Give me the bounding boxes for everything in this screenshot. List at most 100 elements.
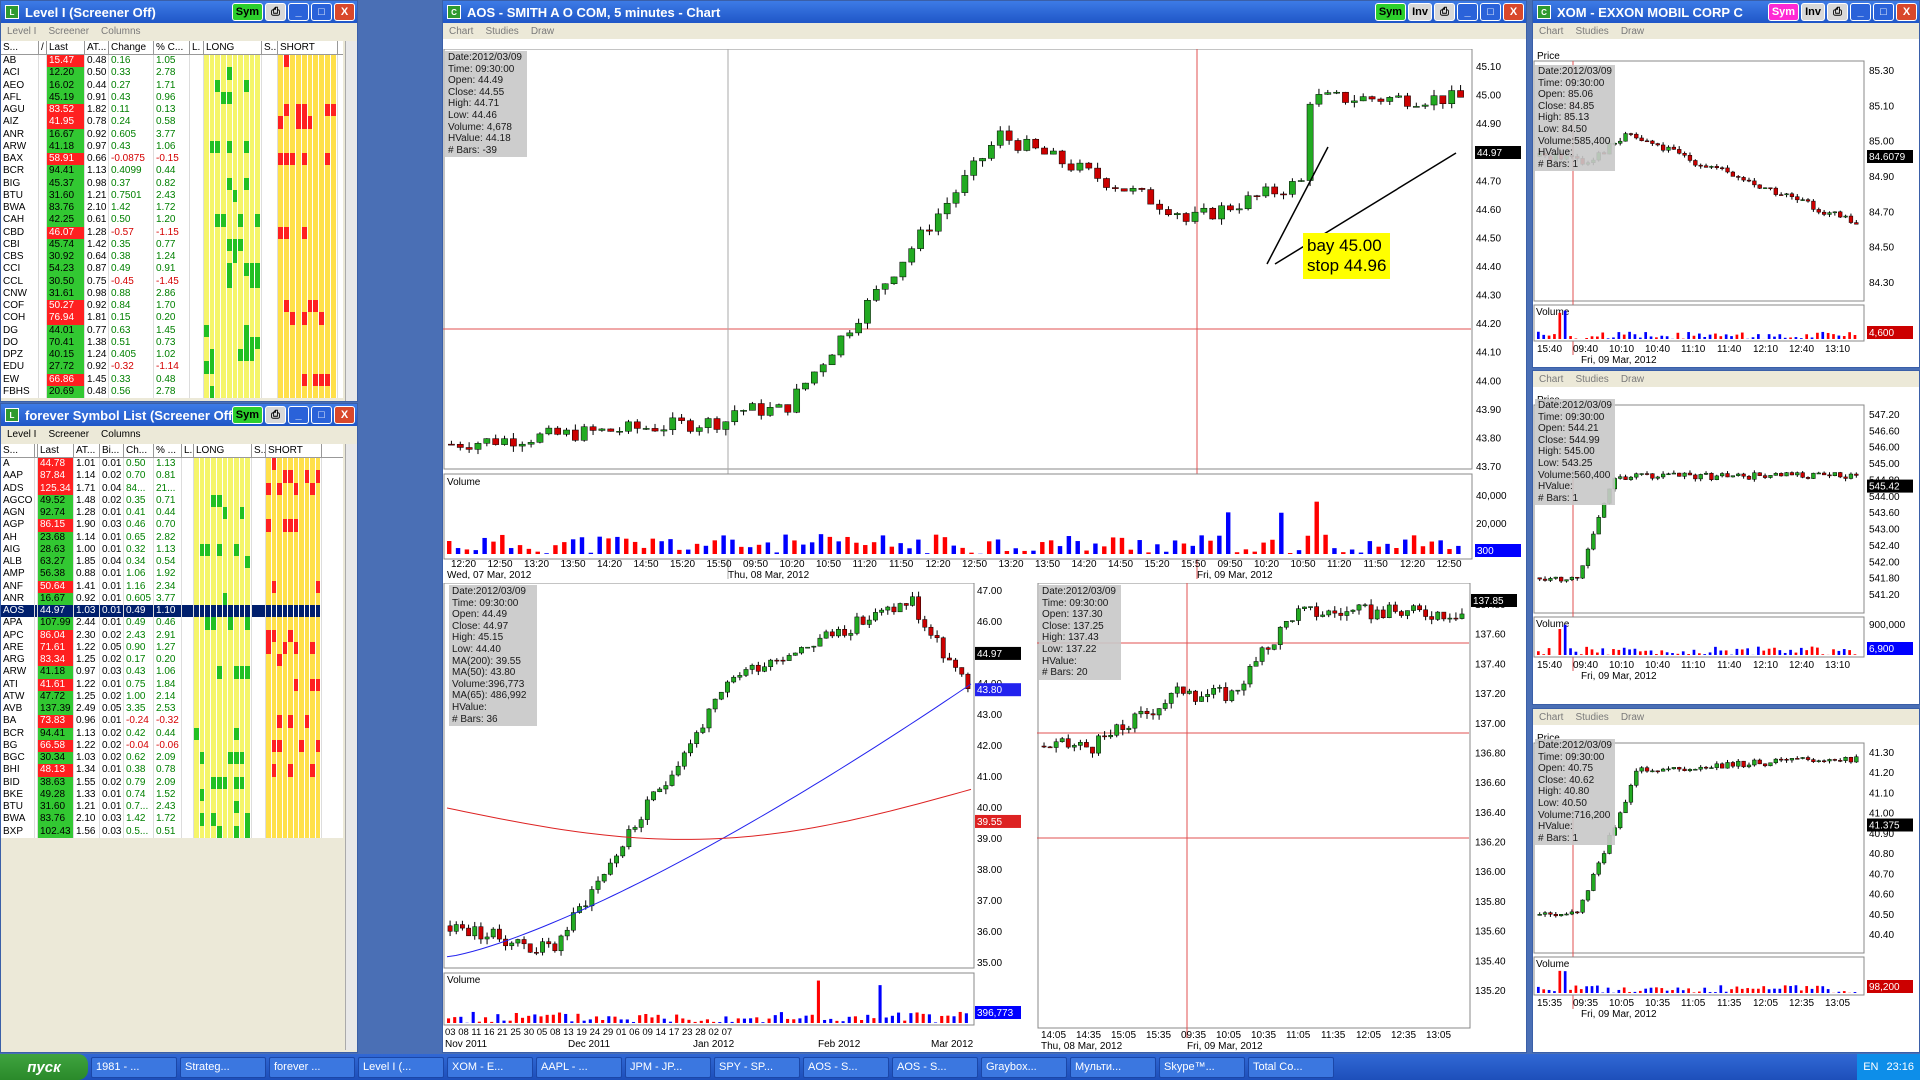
table-row[interactable]: AAP 87.84 1.14 0.02 0.70 0.81: [1, 470, 343, 483]
table-row[interactable]: ACI 12.20 0.50 0.33 2.78: [1, 67, 343, 80]
print-icon[interactable]: ⎙: [1827, 3, 1848, 21]
table-row[interactable]: AVB 137.39 2.49 0.05 3.35 2.53: [1, 703, 343, 716]
table-row[interactable]: DG 44.01 0.77 0.63 1.45: [1, 324, 343, 337]
column-header[interactable]: L.: [190, 41, 204, 54]
taskbar-item[interactable]: AOS - S...: [892, 1056, 978, 1078]
table-row[interactable]: ATW 47.72 1.25 0.02 1.00 2.14: [1, 690, 343, 703]
table-row[interactable]: AGU 83.52 1.82 0.11 0.13: [1, 104, 343, 117]
menu-studies[interactable]: Studies: [485, 26, 518, 37]
column-header[interactable]: S...: [252, 444, 266, 457]
table-row[interactable]: BIG 45.37 0.98 0.37 0.82: [1, 177, 343, 190]
close-button[interactable]: X: [334, 3, 355, 21]
table-row[interactable]: BG 66.58 1.22 0.02 -0.04 -0.06: [1, 739, 343, 752]
column-header[interactable]: SHORT: [266, 444, 322, 457]
table-row[interactable]: BGC 30.34 1.03 0.02 0.62 2.09: [1, 752, 343, 765]
table-row[interactable]: ARG 83.34 1.25 0.02 0.17 0.20: [1, 654, 343, 667]
taskbar-item[interactable]: SPY - SP...: [714, 1056, 800, 1078]
table-row[interactable]: AEO 16.02 0.44 0.27 1.71: [1, 79, 343, 92]
table-row[interactable]: CBD 46.07 1.28 -0.57 -1.15: [1, 226, 343, 239]
taskbar-item[interactable]: Мульти...: [1070, 1056, 1156, 1078]
table-row[interactable]: ANR 16.67 0.92 0.605 3.77: [1, 128, 343, 141]
taskbar-item[interactable]: forever ...: [269, 1056, 355, 1078]
column-header[interactable]: AT...: [74, 444, 100, 457]
table-row[interactable]: AGCO 49.52 1.48 0.02 0.35 0.71: [1, 494, 343, 507]
taskbar-item[interactable]: Total Co...: [1248, 1056, 1334, 1078]
minimize-button[interactable]: _: [288, 406, 309, 424]
table-row[interactable]: COH 76.94 1.81 0.15 0.20: [1, 312, 343, 325]
menu-draw[interactable]: Draw: [1621, 374, 1644, 385]
table-row[interactable]: ANR 16.67 0.92 0.01 0.605 3.77: [1, 592, 343, 605]
taskbar-item[interactable]: AAPL - ...: [536, 1056, 622, 1078]
table-row[interactable]: AIZ 41.95 0.78 0.24 0.58: [1, 116, 343, 129]
column-header[interactable]: Ch...: [124, 444, 154, 457]
column-header[interactable]: /: [39, 41, 47, 54]
taskbar-item[interactable]: 1981 - ...: [91, 1056, 177, 1078]
column-header[interactable]: SHORT: [278, 41, 338, 54]
close-button[interactable]: X: [1896, 3, 1917, 21]
table-row[interactable]: ADS 125.34 1.71 0.04 84... 21...: [1, 482, 343, 495]
print-icon[interactable]: ⎙: [265, 406, 286, 424]
menu-draw[interactable]: Draw: [1621, 26, 1644, 37]
taskbar-item[interactable]: Level I (...: [358, 1056, 444, 1078]
table-row[interactable]: FBHS 20.69 0.48 0.56 2.78: [1, 385, 343, 398]
menu-screener[interactable]: Screener: [48, 429, 89, 440]
table-row[interactable]: AB 15.47 0.48 0.16 1.05: [1, 55, 343, 68]
level1-titlebar[interactable]: L Level I (Screener Off) Sym ⎙ _ □ X: [1, 1, 357, 23]
menu-level1[interactable]: Level I: [7, 26, 36, 37]
column-header[interactable]: % ...: [154, 444, 182, 457]
close-button[interactable]: X: [1503, 3, 1524, 21]
taskbar-item[interactable]: Graybox...: [981, 1056, 1067, 1078]
table-row[interactable]: ALB 63.27 1.85 0.04 0.34 0.54: [1, 556, 343, 569]
column-header[interactable]: S...: [1, 41, 39, 54]
table-row[interactable]: A 44.78 1.01 0.01 0.50 1.13: [1, 458, 343, 471]
maximize-button[interactable]: □: [1480, 3, 1501, 21]
table-row[interactable]: APC 86.04 2.30 0.02 2.43 2.91: [1, 629, 343, 642]
menu-chart[interactable]: Chart: [449, 26, 473, 37]
sym-button[interactable]: Sym: [1374, 3, 1407, 21]
table-row[interactable]: EDU 27.72 0.92 -0.32 -1.14: [1, 361, 343, 374]
minimize-button[interactable]: _: [1850, 3, 1871, 21]
table-row[interactable]: AGP 86.15 1.90 0.03 0.46 0.70: [1, 519, 343, 532]
xom-titlebar[interactable]: C XOM - EXXON MOBIL CORP C Sym Inv ⎙ _ □ X: [1533, 1, 1919, 23]
table-row[interactable]: AIG 28.63 1.00 0.01 0.32 1.13: [1, 543, 343, 556]
forever-titlebar[interactable]: Lforever Symbol List (Screener Off) Sym ⎙…: [1, 404, 357, 426]
table-row[interactable]: AOS 44.97 1.03 0.01 0.49 1.10: [1, 605, 343, 618]
menu-studies[interactable]: Studies: [1575, 374, 1608, 385]
table-row[interactable]: CBI 45.74 1.42 0.35 0.77: [1, 238, 343, 251]
menu-studies[interactable]: Studies: [1575, 712, 1608, 723]
maximize-button[interactable]: □: [311, 406, 332, 424]
aos-titlebar[interactable]: C AOS - SMITH A O COM, 5 minutes - Chart …: [443, 1, 1526, 23]
sym-button[interactable]: Sym: [1767, 3, 1800, 21]
table-row[interactable]: BCR 94.41 1.13 0.02 0.42 0.44: [1, 727, 343, 740]
column-header[interactable]: % C...: [154, 41, 190, 54]
table-row[interactable]: AFL 45.19 0.91 0.43 0.96: [1, 91, 343, 104]
table-row[interactable]: ARW 41.18 0.97 0.03 0.43 1.06: [1, 666, 343, 679]
menu-chart[interactable]: Chart: [1539, 374, 1563, 385]
table-row[interactable]: AMP 56.38 0.88 0.01 1.06 1.92: [1, 568, 343, 581]
aos-intraday-chart[interactable]: 45.1045.0044.9044.8044.7044.6044.5044.40…: [443, 49, 1527, 579]
column-header[interactable]: Bi...: [100, 444, 124, 457]
level1-scrollbar[interactable]: [345, 41, 357, 401]
menu-studies[interactable]: Studies: [1575, 26, 1608, 37]
table-row[interactable]: BTU 31.60 1.21 0.01 0.7... 2.43: [1, 801, 343, 814]
table-row[interactable]: CBS 30.92 0.64 0.38 1.24: [1, 251, 343, 264]
minimize-button[interactable]: _: [288, 3, 309, 21]
table-row[interactable]: BA 73.83 0.96 0.01 -0.24 -0.32: [1, 715, 343, 728]
menu-chart[interactable]: Chart: [1539, 712, 1563, 723]
maximize-button[interactable]: □: [1873, 3, 1894, 21]
column-header[interactable]: Last: [47, 41, 85, 54]
column-header[interactable]: S...: [262, 41, 278, 54]
table-row[interactable]: COF 50.27 0.92 0.84 1.70: [1, 300, 343, 313]
column-header[interactable]: LONG: [194, 444, 252, 457]
table-row[interactable]: CCI 54.23 0.87 0.49 0.91: [1, 263, 343, 276]
table-row[interactable]: AGN 92.74 1.28 0.01 0.41 0.44: [1, 507, 343, 520]
column-header[interactable]: L.: [182, 444, 194, 457]
column-header[interactable]: Last: [38, 444, 74, 457]
maximize-button[interactable]: □: [311, 3, 332, 21]
menu-level1[interactable]: Level I: [7, 429, 36, 440]
table-row[interactable]: BWA 83.76 2.10 1.42 1.72: [1, 202, 343, 215]
minimize-button[interactable]: _: [1457, 3, 1478, 21]
table-row[interactable]: BXP 102.43 1.56 0.03 0.5... 0.51: [1, 825, 343, 838]
table-row[interactable]: EW 66.86 1.45 0.33 0.48: [1, 373, 343, 386]
column-header[interactable]: S...: [1, 444, 35, 457]
